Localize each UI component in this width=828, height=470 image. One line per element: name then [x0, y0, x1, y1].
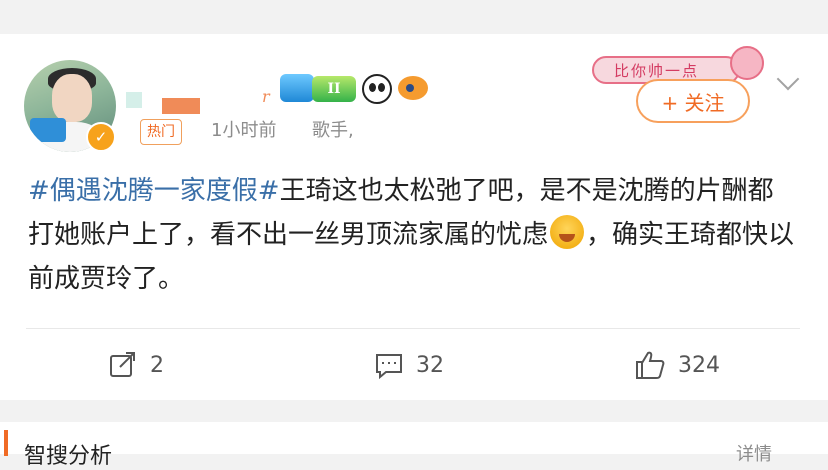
level-badge-icon[interactable]: II: [312, 76, 356, 102]
fish-icon[interactable]: [398, 76, 428, 100]
pig-icon: [730, 46, 764, 80]
section-accent-bar: [4, 430, 8, 456]
comment-button[interactable]: 32: [374, 350, 444, 380]
panda-icon[interactable]: [362, 74, 392, 104]
comment-count: 32: [416, 352, 444, 378]
analysis-section: 智搜分析 详情: [0, 422, 828, 469]
post-content: #偶遇沈腾一家度假#王琦这也太松弛了吧，是不是沈腾的片酬都打她账户上了，看不出一…: [28, 169, 798, 301]
details-link[interactable]: 详情: [736, 440, 772, 466]
comment-icon: [376, 354, 402, 380]
follow-button[interactable]: + 关注: [636, 79, 750, 123]
section-title: 智搜分析: [24, 444, 113, 469]
repost-icon: [110, 352, 135, 377]
repost-button[interactable]: 2: [108, 350, 164, 380]
nickname-tail[interactable]: r: [262, 87, 270, 106]
verified-icon: ✓: [86, 122, 116, 152]
like-button[interactable]: 324: [634, 350, 720, 380]
like-count: 324: [678, 352, 720, 378]
topic-link[interactable]: #偶遇沈腾一家度假#: [28, 176, 280, 206]
banner-text: 比你帅一点: [614, 62, 700, 80]
post-time: 1小时前: [211, 120, 277, 141]
post-source: 歌手,: [312, 120, 354, 141]
top-separator: [0, 0, 828, 34]
laughing-crying-emoji-icon: [550, 215, 585, 249]
post-card: 比你帅一点 ✓ r II 热门 1小时前 歌手, + 关注 #偶遇沈腾一家度假#…: [0, 34, 828, 400]
repost-count: 2: [150, 352, 164, 378]
nickname-masked[interactable]: [126, 86, 266, 114]
boat-badge-icon[interactable]: [280, 74, 314, 102]
thumbs-up-icon: [636, 351, 665, 379]
chevron-down-icon[interactable]: [776, 70, 800, 94]
divider: [26, 328, 800, 329]
hot-tag: 热门: [140, 119, 182, 145]
